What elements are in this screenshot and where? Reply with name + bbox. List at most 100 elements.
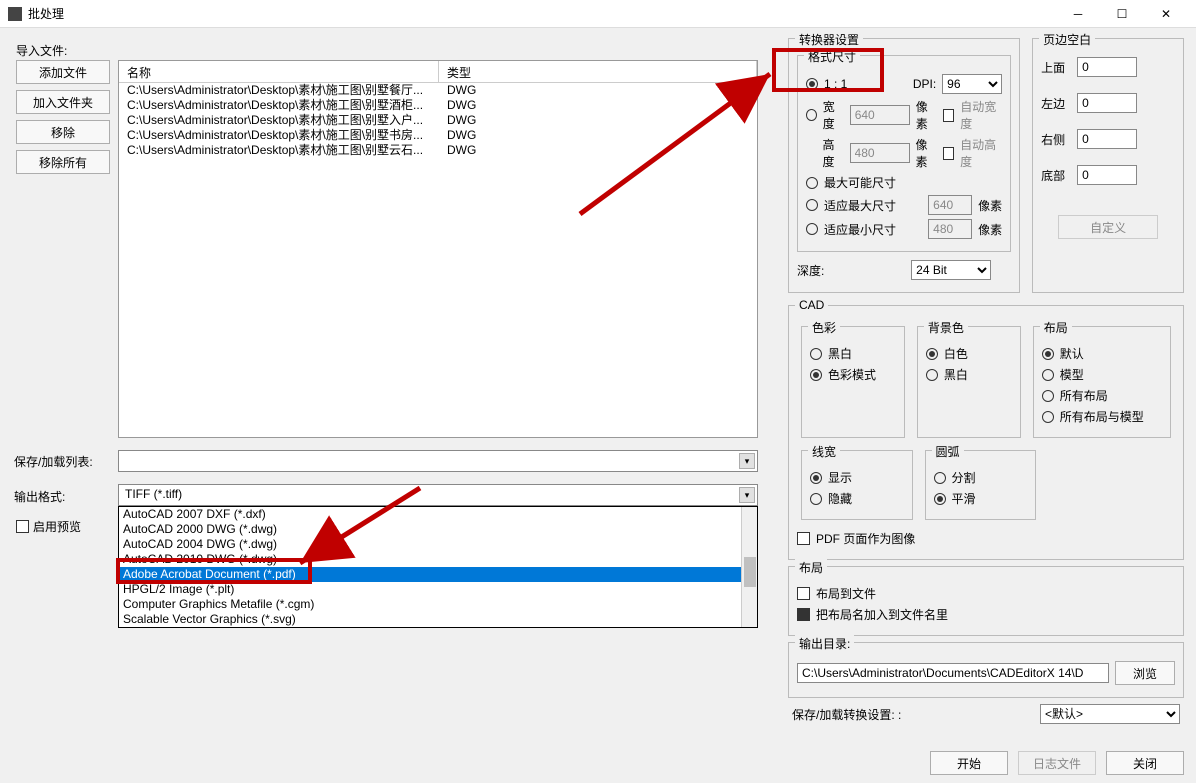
px-label: 像素	[978, 221, 1002, 238]
format-option[interactable]: Scalable Vector Graphics (*.svg)	[119, 612, 757, 627]
dpi-select[interactable]: 96	[942, 74, 1002, 94]
max-possible-radio[interactable]	[806, 177, 818, 189]
start-button[interactable]: 开始	[930, 751, 1008, 775]
converter-settings-group: 转换器设置 格式尺寸 1 : 1 DPI: 96 宽度 像素	[788, 38, 1020, 293]
margin-left-input[interactable]	[1077, 93, 1137, 113]
auto-height-checkbox	[943, 147, 955, 160]
column-type-header[interactable]: 类型	[439, 61, 757, 82]
close-dialog-button[interactable]: 关闭	[1106, 751, 1184, 775]
table-row[interactable]: C:\Users\Administrator\Desktop\素材\施工图\别墅…	[119, 83, 757, 98]
color-group: 色彩 黑白 色彩模式	[801, 326, 905, 438]
scrollbar[interactable]	[741, 507, 757, 627]
arc-smooth-radio[interactable]	[934, 493, 946, 505]
column-name-header[interactable]: 名称	[119, 61, 439, 82]
enable-preview-checkbox[interactable]	[16, 520, 29, 533]
arc-group: 圆弧 分割 平滑	[925, 450, 1037, 520]
add-file-button[interactable]: 添加文件	[16, 60, 110, 84]
output-format-current: TIFF (*.tiff)	[125, 487, 182, 501]
pdf-as-image-checkbox[interactable]	[797, 532, 810, 545]
depth-select[interactable]: 24 Bit	[911, 260, 991, 280]
maximize-button[interactable]: ☐	[1100, 0, 1144, 28]
output-format-dropdown[interactable]: AutoCAD 2007 DXF (*.dxf)AutoCAD 2000 DWG…	[118, 506, 758, 628]
output-dir-group: 输出目录: 浏览	[788, 642, 1184, 698]
layout-all-model-radio[interactable]	[1042, 411, 1054, 423]
max-possible-label: 最大可能尺寸	[824, 174, 896, 191]
format-option[interactable]: AutoCAD 2010 DWG (*.dwg)	[119, 552, 757, 567]
color-mode-radio[interactable]	[810, 369, 822, 381]
save-convert-label: 保存/加载转换设置: :	[792, 706, 901, 723]
table-row[interactable]: C:\Users\Administrator\Desktop\素材\施工图\别墅…	[119, 113, 757, 128]
output-format-select[interactable]: TIFF (*.tiff) ▾	[118, 484, 758, 506]
converter-title: 转换器设置	[799, 33, 859, 47]
dpi-label: DPI:	[913, 77, 936, 91]
fit-max-input	[928, 195, 972, 215]
format-option[interactable]: Computer Graphics Metafile (*.cgm)	[119, 597, 757, 612]
ratio-1-1-radio[interactable]	[806, 78, 818, 90]
right-pane: 转换器设置 格式尺寸 1 : 1 DPI: 96 宽度 像素	[780, 28, 1196, 783]
margin-right-label: 右侧	[1041, 131, 1071, 148]
file-table[interactable]: 名称 类型 C:\Users\Administrator\Desktop\素材\…	[118, 60, 758, 438]
layout-all-radio[interactable]	[1042, 390, 1054, 402]
line-width-group: 线宽 显示 隐藏	[801, 450, 913, 520]
file-name-cell: C:\Users\Administrator\Desktop\素材\施工图\别墅…	[119, 128, 439, 143]
file-name-cell: C:\Users\Administrator\Desktop\素材\施工图\别墅…	[119, 113, 439, 128]
height-label: 高度	[823, 136, 844, 170]
output-dir-input[interactable]	[797, 663, 1109, 683]
table-row[interactable]: C:\Users\Administrator\Desktop\素材\施工图\别墅…	[119, 98, 757, 113]
margin-right-input[interactable]	[1077, 129, 1137, 149]
bg-black-radio[interactable]	[926, 369, 938, 381]
bw-radio[interactable]	[810, 348, 822, 360]
fit-min-radio[interactable]	[806, 223, 818, 235]
customize-button: 自定义	[1058, 215, 1158, 239]
enable-preview-label: 启用预览	[33, 518, 81, 535]
cad-group: CAD 色彩 黑白 色彩模式 背景色 白色 黑白 布局 默认 模型 所有布局	[788, 305, 1184, 560]
save-load-list-select[interactable]: ▾	[118, 450, 758, 472]
fit-max-radio[interactable]	[806, 199, 818, 211]
output-format-label: 输出格式:	[14, 488, 65, 505]
remove-button[interactable]: 移除	[16, 120, 110, 144]
depth-label: 深度:	[797, 262, 824, 279]
close-button[interactable]: ✕	[1144, 0, 1188, 28]
chevron-down-icon[interactable]: ▾	[739, 487, 755, 503]
format-option[interactable]: AutoCAD 2000 DWG (*.dwg)	[119, 522, 757, 537]
margin-bottom-input[interactable]	[1077, 165, 1137, 185]
save-convert-select[interactable]: <默认>	[1040, 704, 1180, 724]
table-row[interactable]: C:\Users\Administrator\Desktop\素材\施工图\别墅…	[119, 143, 757, 158]
height-input	[850, 143, 910, 163]
file-name-cell: C:\Users\Administrator\Desktop\素材\施工图\别墅…	[119, 83, 439, 98]
line-hide-radio[interactable]	[810, 493, 822, 505]
px-label: 像素	[916, 98, 937, 132]
remove-all-button[interactable]: 移除所有	[16, 150, 110, 174]
margin-left-label: 左边	[1041, 95, 1071, 112]
layout-model-radio[interactable]	[1042, 369, 1054, 381]
titlebar: 批处理 ─ ☐ ✕	[0, 0, 1196, 28]
chevron-down-icon[interactable]: ▾	[739, 453, 755, 469]
margin-top-input[interactable]	[1077, 57, 1137, 77]
width-radio[interactable]	[806, 109, 817, 121]
browse-button[interactable]: 浏览	[1115, 661, 1175, 685]
import-files-label: 导入文件:	[16, 42, 67, 59]
page-margin-title: 页边空白	[1043, 33, 1091, 47]
save-load-list-label: 保存/加载列表:	[14, 453, 93, 470]
file-type-cell: DWG	[439, 113, 757, 128]
scrollbar-thumb[interactable]	[744, 557, 756, 587]
layout-to-file-checkbox[interactable]	[797, 587, 810, 600]
file-type-cell: DWG	[439, 83, 757, 98]
width-label: 宽度	[823, 98, 844, 132]
arc-split-radio[interactable]	[934, 472, 946, 484]
append-layout-name-checkbox[interactable]	[797, 608, 810, 621]
add-folder-button[interactable]: 加入文件夹	[16, 90, 110, 114]
layout-default-radio[interactable]	[1042, 348, 1054, 360]
format-option[interactable]: Adobe Acrobat Document (*.pdf)	[119, 567, 757, 582]
bg-white-radio[interactable]	[926, 348, 938, 360]
margin-bottom-label: 底部	[1041, 167, 1071, 184]
line-show-radio[interactable]	[810, 472, 822, 484]
window-title: 批处理	[28, 5, 64, 22]
minimize-button[interactable]: ─	[1056, 0, 1100, 28]
format-option[interactable]: AutoCAD 2007 DXF (*.dxf)	[119, 507, 757, 522]
format-size-group: 格式尺寸 1 : 1 DPI: 96 宽度 像素 自动宽度	[797, 55, 1011, 252]
format-option[interactable]: AutoCAD 2004 DWG (*.dwg)	[119, 537, 757, 552]
fit-max-label: 适应最大尺寸	[824, 197, 896, 214]
table-row[interactable]: C:\Users\Administrator\Desktop\素材\施工图\别墅…	[119, 128, 757, 143]
format-option[interactable]: HPGL/2 Image (*.plt)	[119, 582, 757, 597]
